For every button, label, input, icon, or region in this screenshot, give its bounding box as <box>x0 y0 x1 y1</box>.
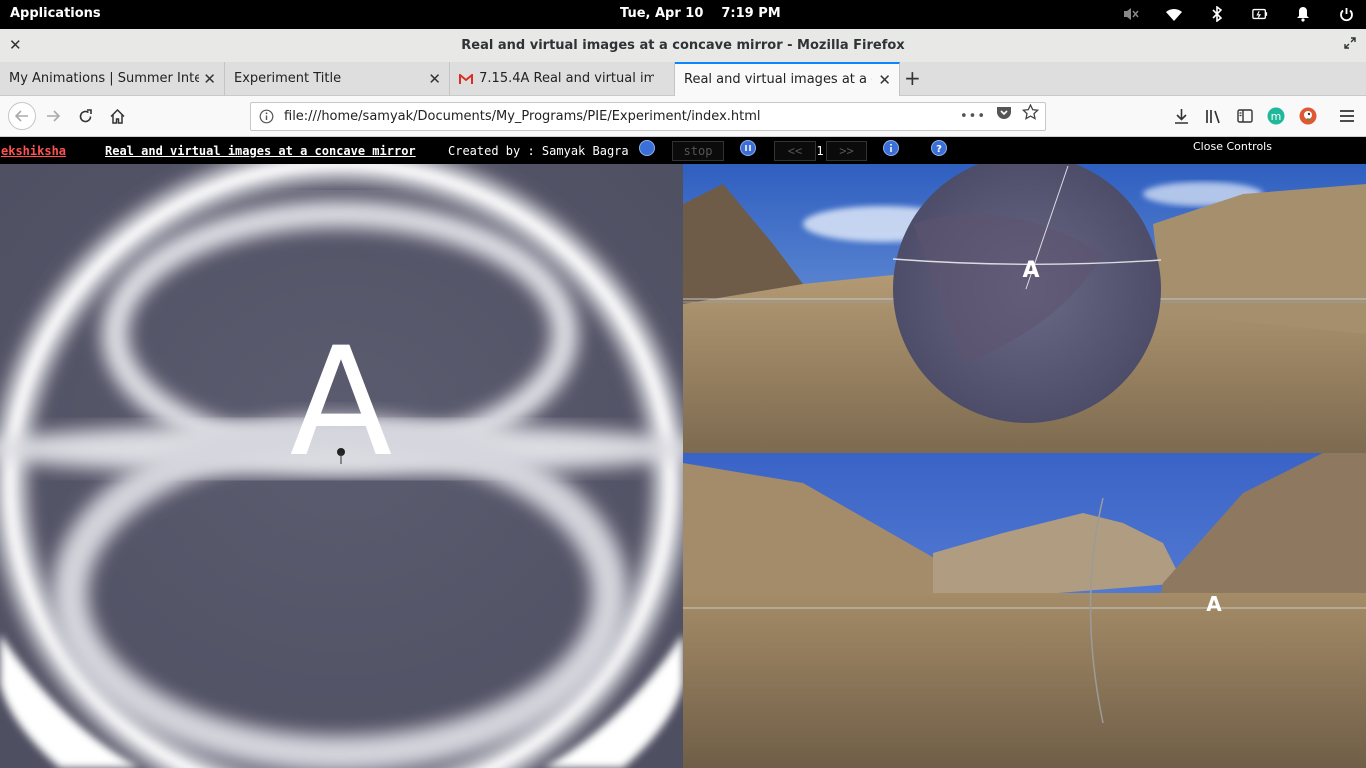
window-restore-icon[interactable] <box>1344 29 1356 62</box>
tab-experiment-title[interactable]: Experiment Title ✕ <box>225 62 450 96</box>
experiment-title[interactable]: Real and virtual images at a concave mir… <box>105 144 416 158</box>
system-top-bar: Applications Tue, Apr 10 7:19 PM <box>0 0 1366 29</box>
hamburger-menu-icon[interactable] <box>1336 105 1358 127</box>
clock[interactable]: Tue, Apr 10 7:19 PM <box>620 6 781 21</box>
reload-icon[interactable] <box>74 105 96 127</box>
battery-icon[interactable] <box>1252 5 1268 23</box>
help-button[interactable]: ? <box>931 140 947 156</box>
tab-close-icon[interactable]: ✕ <box>428 62 441 96</box>
experiment-control-bar: ekshiksha Real and virtual images at a c… <box>0 137 1366 164</box>
bookmark-star-icon[interactable] <box>1021 103 1040 130</box>
wifi-icon[interactable] <box>1166 5 1182 23</box>
date-text: Tue, Apr 10 <box>620 6 704 21</box>
terrain-side-render: A <box>683 453 1366 768</box>
bluetooth-icon[interactable] <box>1209 5 1225 23</box>
download-icon[interactable] <box>1170 105 1192 127</box>
duckduckgo-extension-icon[interactable] <box>1297 105 1319 127</box>
navigation-toolbar: file:///home/samyak/Documents/My_Program… <box>0 96 1366 137</box>
gmail-icon <box>459 62 475 96</box>
previous-step-button[interactable]: << <box>774 141 816 161</box>
pause-icon <box>745 145 751 151</box>
stop-button[interactable]: stop <box>672 141 724 161</box>
notification-bell-icon[interactable] <box>1295 5 1311 23</box>
next-step-button[interactable]: >> <box>826 141 867 161</box>
svg-text:m: m <box>1271 110 1282 123</box>
url-bar-actions: ••• <box>960 103 1040 130</box>
object-letter-top: A <box>1022 258 1039 283</box>
mirror-reflection-render: A <box>0 164 683 768</box>
close-controls-button[interactable]: Close Controls <box>1193 140 1272 153</box>
tab-label: Real and virtual images at a conca <box>684 72 872 87</box>
scene-view-top[interactable]: A <box>683 164 1366 453</box>
tab-label: My Animations | Summer Interns <box>9 71 199 86</box>
svg-text:?: ? <box>936 144 942 155</box>
new-tab-plus-icon[interactable]: + <box>904 67 921 89</box>
tab-gmail[interactable]: 7.15.4A Real and virtual imag <box>450 62 675 96</box>
library-icon[interactable] <box>1202 105 1224 127</box>
tab-my-animations[interactable]: My Animations | Summer Interns ✕ <box>0 62 225 96</box>
sidebar-icon[interactable] <box>1234 105 1256 127</box>
system-tray <box>1123 5 1354 23</box>
window-title-bar: ✕ Real and virtual images at a concave m… <box>0 29 1366 62</box>
tab-label: Experiment Title <box>234 71 342 86</box>
pause-button[interactable] <box>740 140 756 156</box>
site-info-icon[interactable] <box>259 103 277 134</box>
mirror-closeup-view[interactable]: A <box>0 164 683 768</box>
extension-m-icon[interactable]: m <box>1265 105 1287 127</box>
scene-view-bottom[interactable]: A <box>683 453 1366 768</box>
back-arrow-icon[interactable] <box>8 102 36 130</box>
tab-close-icon[interactable]: ✕ <box>203 62 216 96</box>
info-icon <box>890 143 892 152</box>
info-button[interactable] <box>883 140 899 156</box>
window-close-icon[interactable]: ✕ <box>9 29 22 62</box>
creator-credit: Created by : Samyak Bagra <box>448 144 629 158</box>
page-actions-icon[interactable]: ••• <box>960 103 986 130</box>
url-text: file:///home/samyak/Documents/My_Program… <box>284 109 761 124</box>
tab-strip: My Animations | Summer Interns ✕ Experim… <box>0 62 1366 96</box>
forward-arrow-icon[interactable] <box>42 105 64 127</box>
window-title: Real and virtual images at a concave mir… <box>461 38 905 53</box>
pocket-icon[interactable] <box>996 103 1012 130</box>
tab-close-icon[interactable]: ✕ <box>878 64 891 96</box>
terrain-mirror-render: A <box>683 164 1366 453</box>
ekshiksha-link[interactable]: ekshiksha <box>1 144 66 158</box>
time-text: 7:19 PM <box>721 6 781 21</box>
applications-menu[interactable]: Applications <box>10 6 101 21</box>
tab-concave-mirror[interactable]: Real and virtual images at a conca ✕ <box>675 62 900 96</box>
volume-muted-icon[interactable] <box>1123 5 1139 23</box>
tab-label: 7.15.4A Real and virtual imag <box>479 71 655 86</box>
power-icon[interactable] <box>1338 5 1354 23</box>
start-button[interactable] <box>639 140 655 156</box>
url-bar[interactable]: file:///home/samyak/Documents/My_Program… <box>250 102 1046 131</box>
help-icon: ? <box>936 144 942 155</box>
object-letter-bottom: A <box>1206 592 1222 616</box>
home-icon[interactable] <box>106 105 128 127</box>
